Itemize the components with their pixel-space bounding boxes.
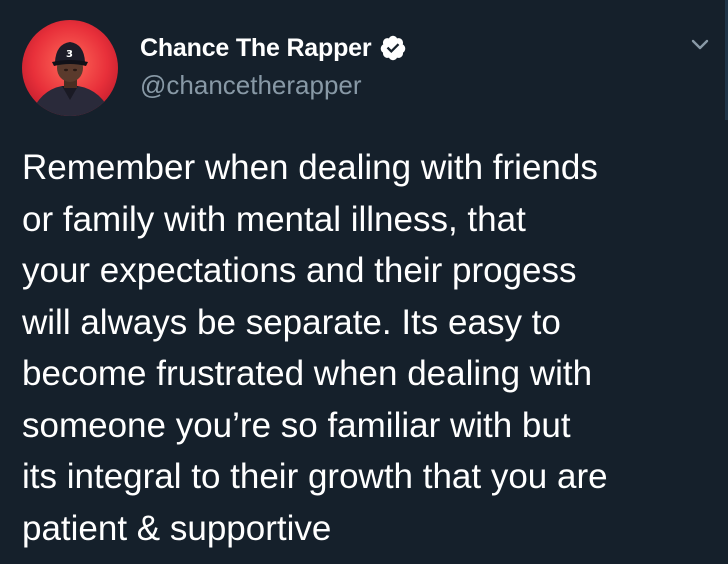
tweet-text-line: will always be separate. Its easy to (22, 302, 561, 342)
verified-badge-icon (379, 34, 407, 62)
tweet-text-line: its integral to their growth that you ar… (22, 457, 608, 496)
avatar-image: 3 (22, 20, 118, 116)
author-name-row[interactable]: Chance The Rapper (140, 30, 407, 66)
tweet-text-line: become frustrated when dealing with (22, 354, 593, 393)
tweet-text-line: Remember when dealing with friends (22, 148, 598, 187)
avatar[interactable]: 3 (22, 20, 118, 116)
author-display-name[interactable]: Chance The Rapper (140, 34, 372, 63)
tweet-text-line: or family with mental illness, that (22, 199, 526, 239)
author-handle[interactable]: @chancetherapper (140, 70, 362, 101)
tweet-text-line: your expectations and their progess (22, 251, 577, 290)
chevron-down-icon[interactable] (686, 30, 714, 58)
avatar-cap-number: 3 (66, 49, 73, 60)
tweet-text: Remember when dealing with friends or fa… (22, 142, 722, 554)
tweet-card: 3 Chance The Rapper @chancetherapper Rem… (0, 0, 728, 564)
tweet-text-line: patient & supportive (22, 508, 332, 548)
tweet-text-line: someone you’re so familiar with but (22, 405, 571, 445)
